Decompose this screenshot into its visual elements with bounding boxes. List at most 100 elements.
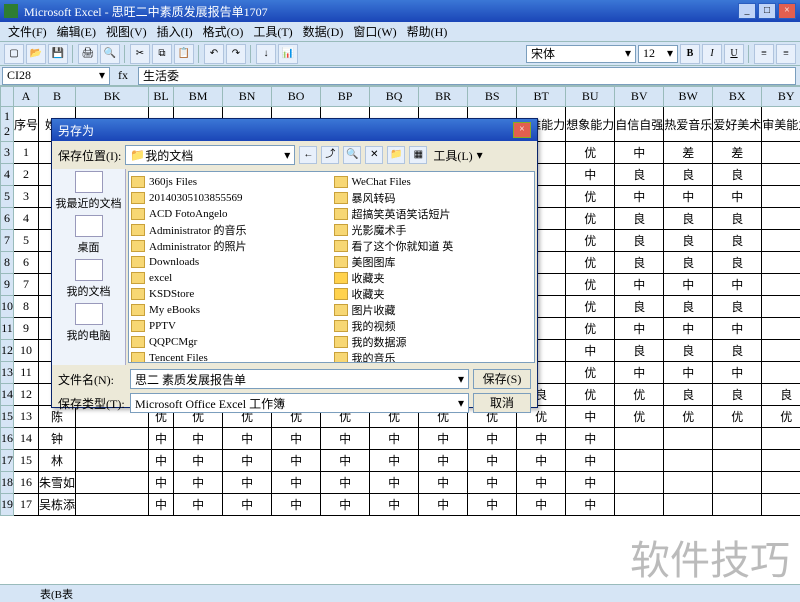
- cell[interactable]: 良: [713, 340, 762, 362]
- cell[interactable]: 中: [174, 494, 223, 516]
- sort-icon[interactable]: ↓: [256, 44, 276, 64]
- file-item[interactable]: 20140305103855569: [131, 190, 330, 206]
- place-mydocs[interactable]: 我的文档: [52, 257, 125, 301]
- row-header[interactable]: 12: [1, 107, 14, 142]
- cell[interactable]: 中: [272, 450, 321, 472]
- cell[interactable]: 5: [14, 230, 39, 252]
- cell[interactable]: [762, 142, 800, 164]
- cell[interactable]: 良: [664, 252, 713, 274]
- cell[interactable]: 优: [566, 186, 615, 208]
- cell[interactable]: [762, 362, 800, 384]
- cell[interactable]: 中: [174, 450, 223, 472]
- cell[interactable]: 中: [223, 450, 272, 472]
- file-item[interactable]: 暴风转码: [334, 190, 533, 206]
- cell[interactable]: 优: [762, 406, 800, 428]
- cell[interactable]: [713, 428, 762, 450]
- cell[interactable]: [762, 252, 800, 274]
- col-header[interactable]: BN: [223, 87, 272, 107]
- file-item[interactable]: Downloads: [131, 254, 330, 270]
- cell[interactable]: 中: [370, 450, 419, 472]
- cell[interactable]: [762, 164, 800, 186]
- cell[interactable]: 良: [615, 340, 664, 362]
- cell[interactable]: [664, 450, 713, 472]
- cell[interactable]: 良: [713, 296, 762, 318]
- col-header[interactable]: BL: [149, 87, 174, 107]
- cell[interactable]: 吴栋添: [39, 494, 76, 516]
- cell[interactable]: 中: [566, 472, 615, 494]
- row-header[interactable]: 8: [1, 252, 14, 274]
- row-header[interactable]: 6: [1, 208, 14, 230]
- align-center-icon[interactable]: ≡: [776, 44, 796, 64]
- cell[interactable]: 中: [370, 428, 419, 450]
- file-item[interactable]: 图片收藏: [334, 302, 533, 318]
- cell[interactable]: 中: [566, 428, 615, 450]
- cell[interactable]: 差: [664, 142, 713, 164]
- underline-icon[interactable]: U: [724, 44, 744, 64]
- filetype-dropdown[interactable]: Microsoft Office Excel 工作簿▾: [130, 393, 469, 413]
- cell[interactable]: 良: [762, 384, 800, 406]
- redo-icon[interactable]: ↷: [226, 44, 246, 64]
- cell[interactable]: 良: [664, 340, 713, 362]
- cell[interactable]: 中: [664, 186, 713, 208]
- menu-format[interactable]: 格式(O): [199, 22, 248, 41]
- align-left-icon[interactable]: ≡: [754, 44, 774, 64]
- cell[interactable]: 钟: [39, 428, 76, 450]
- file-item[interactable]: 我的音乐: [334, 350, 533, 363]
- file-item[interactable]: PPTV: [131, 318, 330, 334]
- cell[interactable]: [713, 472, 762, 494]
- minimize-button[interactable]: _: [738, 3, 756, 19]
- cell[interactable]: 中: [468, 450, 517, 472]
- file-item[interactable]: 超搞笑英语笑话短片: [334, 206, 533, 222]
- cell[interactable]: 审美能力: [762, 107, 800, 142]
- up-icon[interactable]: ⤴: [321, 146, 339, 164]
- cell[interactable]: 良: [713, 164, 762, 186]
- cell[interactable]: 中: [149, 494, 174, 516]
- cell[interactable]: 中: [615, 318, 664, 340]
- col-header[interactable]: BM: [174, 87, 223, 107]
- cell[interactable]: 3: [14, 186, 39, 208]
- font-name-select[interactable]: 宋体▾: [526, 45, 636, 63]
- cell[interactable]: 中: [223, 428, 272, 450]
- row-header[interactable]: 10: [1, 296, 14, 318]
- cell[interactable]: 良: [664, 296, 713, 318]
- cell[interactable]: 良: [664, 230, 713, 252]
- cell[interactable]: 优: [566, 274, 615, 296]
- row-header[interactable]: 4: [1, 164, 14, 186]
- file-item[interactable]: WeChat Files: [334, 174, 533, 190]
- cell[interactable]: 中: [419, 494, 468, 516]
- col-header[interactable]: BS: [468, 87, 517, 107]
- cell[interactable]: 中: [321, 494, 370, 516]
- cell[interactable]: [762, 472, 800, 494]
- cell[interactable]: 中: [321, 472, 370, 494]
- place-mycomputer[interactable]: 我的电脑: [52, 301, 125, 345]
- cell[interactable]: 14: [14, 428, 39, 450]
- cell[interactable]: 优: [615, 406, 664, 428]
- cell[interactable]: 15: [14, 450, 39, 472]
- row-header[interactable]: 15: [1, 406, 14, 428]
- cell[interactable]: [664, 428, 713, 450]
- cell[interactable]: [664, 472, 713, 494]
- col-header[interactable]: BW: [664, 87, 713, 107]
- sheet-tabs-bar[interactable]: 表(B表: [0, 584, 800, 602]
- cell[interactable]: 中: [149, 428, 174, 450]
- cell[interactable]: 爱好美术: [713, 107, 762, 142]
- cell[interactable]: 中: [370, 494, 419, 516]
- menu-window[interactable]: 窗口(W): [349, 22, 400, 41]
- save-location-dropdown[interactable]: 📁 我的文档▾: [125, 145, 295, 165]
- cell[interactable]: [615, 494, 664, 516]
- copy-icon[interactable]: ⧉: [152, 44, 172, 64]
- cell[interactable]: 中: [468, 472, 517, 494]
- cell[interactable]: 热爱音乐: [664, 107, 713, 142]
- cell[interactable]: 优: [713, 406, 762, 428]
- cell[interactable]: 中: [223, 472, 272, 494]
- cell[interactable]: 优: [566, 296, 615, 318]
- row-header[interactable]: 13: [1, 362, 14, 384]
- row-header[interactable]: 17: [1, 450, 14, 472]
- file-item[interactable]: 看了这个你就知道 英: [334, 238, 533, 254]
- cell[interactable]: [713, 450, 762, 472]
- row-header[interactable]: 7: [1, 230, 14, 252]
- menu-help[interactable]: 帮助(H): [403, 22, 452, 41]
- cell[interactable]: 中: [566, 340, 615, 362]
- cell[interactable]: 良: [615, 164, 664, 186]
- col-header[interactable]: BQ: [370, 87, 419, 107]
